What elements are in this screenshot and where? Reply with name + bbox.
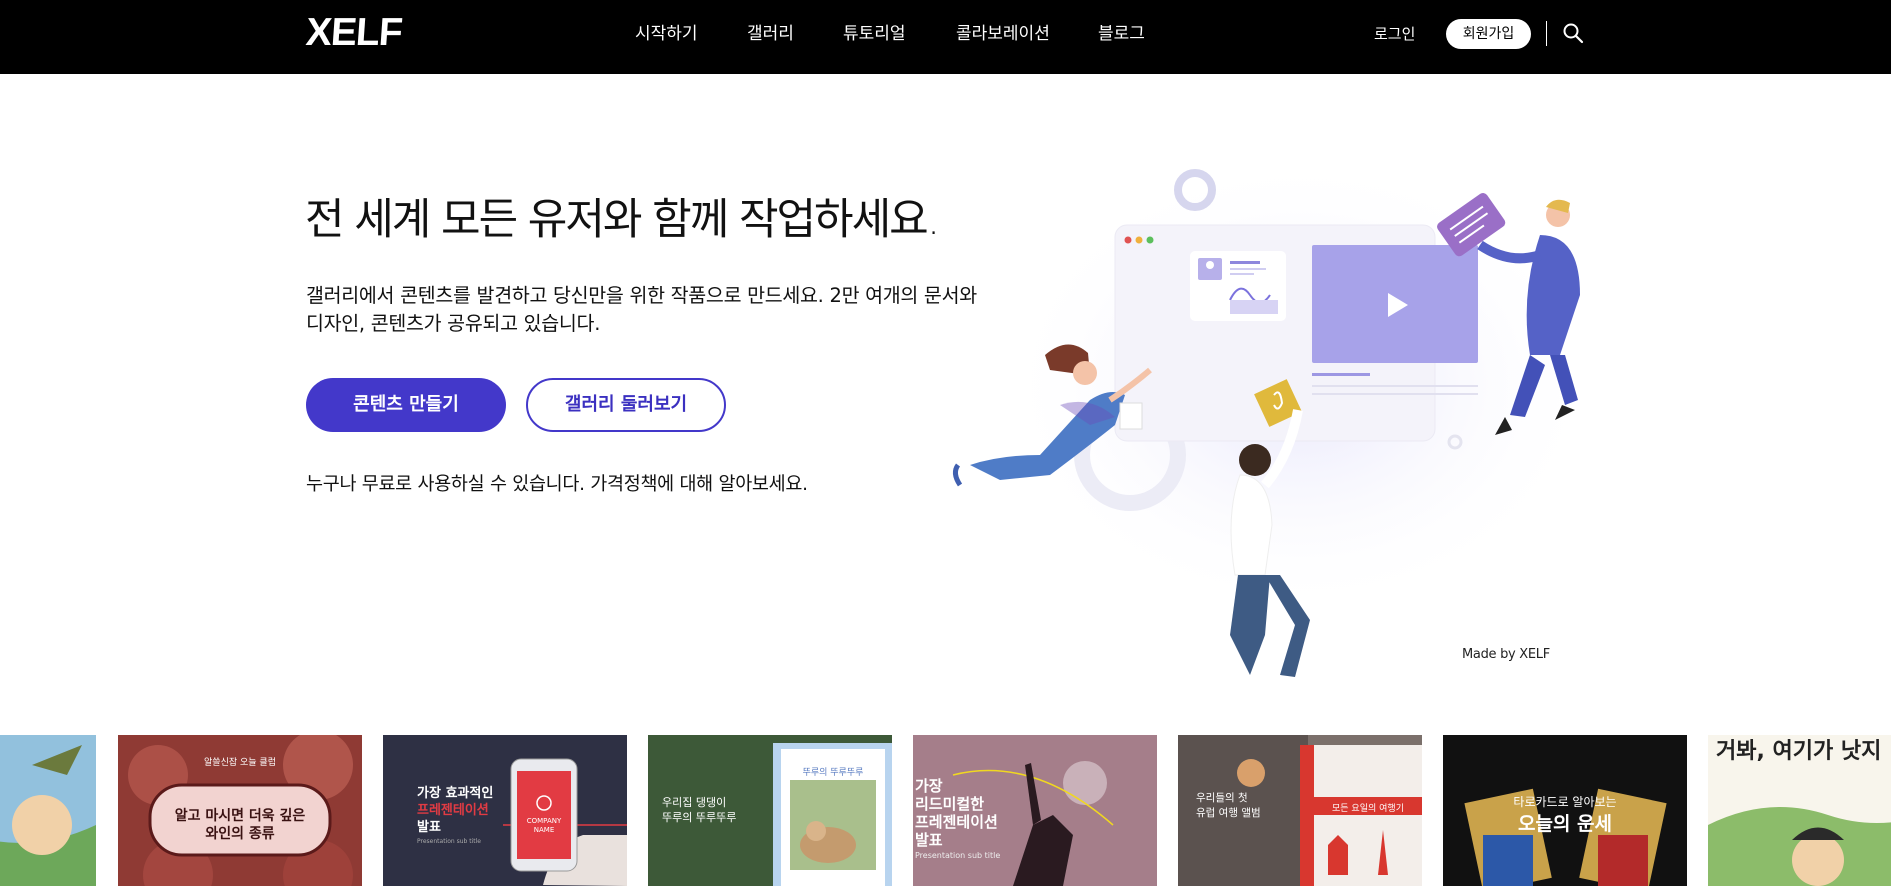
search-icon[interactable]	[1562, 22, 1584, 44]
wine-card-top-label: 알쓸신잡 오늘 클럽	[204, 758, 276, 768]
dog-card-inner-title: 뚜루의 뚜루뚜루	[802, 768, 864, 778]
nav-item-tutorial[interactable]: 튜토리얼	[843, 22, 906, 46]
hero-description-line-1: 갤러리에서 콘텐츠를 발견하고 당신만을 위한 작품으로 만드세요. 2만 여개…	[306, 284, 977, 307]
dog-card-title-line-1: 우리집 댕댕이	[662, 796, 727, 809]
europe-card-inner-title: 모든 요일의 여행기	[1332, 804, 1404, 814]
rhythmic-card-title-line-1: 가장	[915, 777, 943, 795]
create-content-button[interactable]: 콘텐츠 만들기	[306, 378, 506, 432]
nav-item-collaboration[interactable]: 콜라보레이션	[956, 22, 1050, 46]
rhythmic-card-title-line-2: 리드미컬한	[915, 795, 985, 813]
hero-illustration	[952, 155, 1600, 700]
europe-card-title-line-2: 유럽 여행 앨범	[1196, 807, 1261, 819]
browse-gallery-button[interactable]: 갤러리 둘러보기	[526, 378, 726, 432]
rhythmic-card-subtitle: Presentation sub title	[915, 851, 1001, 860]
tarot-card-title-line-1: 타로카드로 알아보는	[1513, 795, 1617, 809]
tarot-card-title: 타로카드로 알아보는 오늘의 운세	[1443, 791, 1687, 835]
gallery-card-cartoon-right[interactable]: 거봐, 여기가 낫지	[1708, 735, 1891, 886]
gallery-strip: 알쓸신잡 오늘 클럽 알고 마시면 더욱 깊은 와인의 종류 가장 효과적인 프…	[0, 735, 1891, 886]
gallery-card-dog[interactable]: 우리집 댕댕이 뚜루의 뚜루뚜루 뚜루의 뚜루뚜루	[648, 735, 892, 886]
nav-divider	[1546, 21, 1547, 46]
dog-card-title: 우리집 댕댕이 뚜루의 뚜루뚜루	[662, 795, 772, 825]
gallery-card-presentation-phone[interactable]: 가장 효과적인 프레젠테이션 발표 Presentation sub title…	[383, 735, 627, 886]
tarot-card-title-line-2: 오늘의 운세	[1517, 813, 1612, 835]
rhythmic-card-title-line-4: 발표	[915, 831, 943, 849]
nav-item-blog[interactable]: 블로그	[1098, 22, 1145, 46]
nav-item-getting-started[interactable]: 시작하기	[635, 22, 698, 46]
pricing-note[interactable]: 누구나 무료로 사용하실 수 있습니다. 가격정책에 대해 알아보세요.	[306, 472, 808, 498]
cartoon-right-title: 거봐, 여기가 낫지	[1716, 739, 1882, 764]
wine-card-title: 알고 마시면 더욱 깊은 와인의 종류	[118, 807, 362, 843]
rhythmic-card-title-line-3: 프레젠테이션	[915, 813, 998, 831]
gallery-card-wine[interactable]: 알쓸신잡 오늘 클럽 알고 마시면 더욱 깊은 와인의 종류	[118, 735, 362, 886]
hero-description: 갤러리에서 콘텐츠를 발견하고 당신만을 위한 작품으로 만드세요. 2만 여개…	[306, 282, 1026, 338]
gallery-card-cartoon-left[interactable]	[0, 735, 96, 886]
phone-illustration	[503, 758, 627, 886]
europe-card-title: 우리들의 첫 유럽 여행 앨범	[1196, 791, 1306, 821]
hero-title: 전 세계 모든 유저와 함께 작업하세요.	[305, 195, 940, 245]
signup-button[interactable]: 회원가입	[1446, 19, 1531, 49]
rhythmic-card-title: 가장 리드미컬한 프레젠테이션 발표	[915, 777, 998, 849]
gallery-card-tarot[interactable]: 타로카드로 알아보는 오늘의 운세	[1443, 735, 1687, 886]
nav-item-gallery[interactable]: 갤러리	[747, 22, 794, 46]
made-by-label: Made by XELF	[1462, 647, 1550, 662]
hero-description-line-2: 디자인, 콘텐츠가 공유되고 있습니다.	[306, 312, 601, 335]
gallery-card-europe-trip[interactable]: 우리들의 첫 유럽 여행 앨범 모든 요일의 여행기	[1178, 735, 1422, 886]
phone-company-name: COMPANY NAME	[526, 817, 562, 834]
top-nav: XELF 시작하기 갤러리 튜토리얼 콜라보레이션 블로그 로그인 회원가입	[0, 0, 1891, 74]
wine-card-title-line-2: 와인의 종류	[205, 826, 275, 842]
dog-card-title-line-2: 뚜루의 뚜루뚜루	[662, 811, 737, 824]
gallery-card-rhythmic-presentation[interactable]: 가장 리드미컬한 프레젠테이션 발표 Presentation sub titl…	[913, 735, 1157, 886]
xelf-logo[interactable]: XELF	[305, 11, 404, 54]
europe-card-title-line-1: 우리들의 첫	[1196, 792, 1248, 804]
cartoon-thumbnail	[0, 735, 96, 886]
wine-card-title-line-1: 알고 마시면 더욱 깊은	[174, 808, 306, 824]
login-link[interactable]: 로그인	[1374, 24, 1415, 44]
